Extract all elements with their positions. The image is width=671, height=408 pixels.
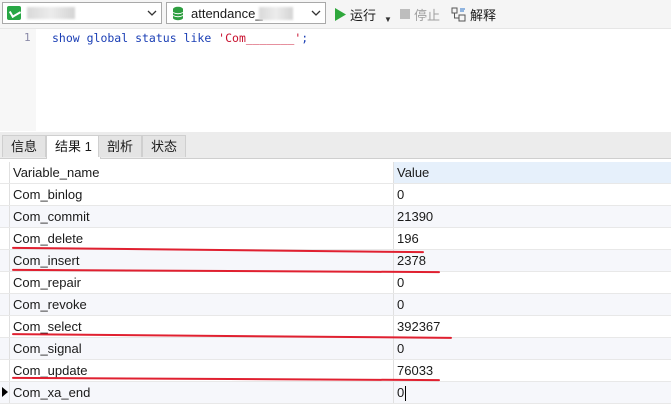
column-divider — [393, 338, 394, 359]
stop-label: 停止 — [414, 7, 441, 23]
result-grid: Variable_name Value Com_binlog 0 Com_com… — [0, 160, 671, 408]
row-selector[interactable] — [0, 184, 10, 205]
grid-header: Variable_name Value — [0, 162, 671, 184]
run-options-caret-icon[interactable]: ▼ — [384, 9, 392, 29]
explain-label: 解释 — [470, 7, 497, 23]
row-selector[interactable] — [0, 360, 10, 381]
stop-icon — [400, 9, 410, 19]
row-selector-header — [0, 162, 10, 183]
redacted-connection-name — [27, 7, 75, 19]
database-name: attendance_ — [191, 6, 263, 21]
line-gutter: 1 — [0, 29, 36, 131]
row-selector[interactable] — [0, 382, 10, 403]
cell-variable-name[interactable]: Com_xa_end — [13, 382, 383, 403]
cell-variable-name[interactable]: Com_commit — [13, 206, 383, 227]
cell-value: 0 — [397, 385, 405, 400]
column-divider — [393, 228, 394, 249]
sql-terminator: ; — [301, 31, 309, 45]
column-divider — [393, 360, 394, 381]
stop-button[interactable]: 停止 — [400, 4, 440, 24]
cell-value[interactable]: 392367 — [397, 316, 667, 337]
column-divider — [393, 382, 394, 403]
table-row[interactable]: Com_binlog 0 — [0, 184, 671, 206]
line-number: 1 — [24, 31, 31, 44]
table-row[interactable]: Com_signal 0 — [0, 338, 671, 360]
play-icon — [335, 7, 346, 21]
cell-value[interactable]: 21390 — [397, 206, 667, 227]
connection-icon — [7, 6, 21, 20]
tab-profile[interactable]: 剖析 — [98, 135, 143, 157]
chevron-down-icon[interactable] — [143, 3, 161, 23]
tab-status[interactable]: 状态 — [142, 135, 187, 157]
row-selector[interactable] — [0, 316, 10, 337]
cell-variable-name[interactable]: Com_repair — [13, 272, 383, 293]
sql-editor[interactable]: 1 show global status like 'Com_______'; — [0, 29, 671, 131]
row-selector[interactable] — [0, 272, 10, 293]
row-selector[interactable] — [0, 338, 10, 359]
row-selector[interactable] — [0, 250, 10, 271]
column-divider — [393, 184, 394, 205]
cell-variable-name[interactable]: Com_insert — [13, 250, 383, 271]
column-divider — [393, 250, 394, 271]
row-selector[interactable] — [0, 206, 10, 227]
sql-string-literal: 'Com_______' — [218, 31, 302, 45]
toolbar: attendance_ 运行 ▼ 停止 解释 — [0, 0, 671, 29]
result-tabs: 信息 结果 1 剖析 状态 — [0, 132, 671, 159]
column-divider — [393, 294, 394, 315]
cell-variable-name[interactable]: Com_revoke — [13, 294, 383, 315]
cell-value[interactable]: 0 — [397, 184, 667, 205]
cell-value[interactable]: 0 — [397, 272, 667, 293]
run-button[interactable]: 运行 — [334, 4, 376, 24]
cell-value[interactable]: 2378 — [397, 250, 667, 271]
table-row[interactable]: Com_commit 21390 — [0, 206, 671, 228]
sql-keywords: show global status like — [52, 31, 219, 45]
column-divider — [393, 316, 394, 337]
current-row-arrow-icon — [2, 387, 8, 397]
table-row[interactable]: Com_revoke 0 — [0, 294, 671, 316]
tab-info[interactable]: 信息 — [2, 135, 47, 157]
column-header-value[interactable]: Value — [397, 162, 667, 183]
sql-code-line[interactable]: show global status like 'Com_______'; — [52, 31, 308, 45]
connection-select[interactable] — [2, 2, 162, 24]
database-icon — [172, 6, 184, 24]
explain-button[interactable]: 解释 — [451, 4, 496, 24]
table-row[interactable]: Com_delete 196 — [0, 228, 671, 250]
row-selector[interactable] — [0, 228, 10, 249]
cell-variable-name[interactable]: Com_binlog — [13, 184, 383, 205]
text-caret — [405, 386, 407, 402]
redacted-database-suffix — [259, 7, 293, 20]
explain-icon — [451, 7, 466, 21]
table-row[interactable]: Com_repair 0 — [0, 272, 671, 294]
cell-value[interactable]: 0 — [397, 294, 667, 315]
run-label: 运行 — [350, 7, 377, 23]
tab-result-1[interactable]: 结果 1 — [46, 135, 101, 159]
table-row-current[interactable]: Com_xa_end 0 — [0, 382, 671, 404]
cell-variable-name[interactable]: Com_signal — [13, 338, 383, 359]
chevron-down-icon[interactable] — [307, 3, 325, 23]
cell-value[interactable]: 76033 — [397, 360, 667, 381]
cell-value-editing[interactable]: 0 — [397, 382, 667, 403]
column-divider — [393, 272, 394, 293]
cell-value[interactable]: 196 — [397, 228, 667, 249]
database-select[interactable]: attendance_ — [166, 2, 326, 24]
row-selector[interactable] — [0, 294, 10, 315]
cell-value[interactable]: 0 — [397, 338, 667, 359]
cell-variable-name[interactable]: Com_delete — [13, 228, 383, 249]
column-divider[interactable] — [393, 162, 394, 183]
column-divider — [393, 206, 394, 227]
column-header-variable-name[interactable]: Variable_name — [13, 162, 383, 183]
